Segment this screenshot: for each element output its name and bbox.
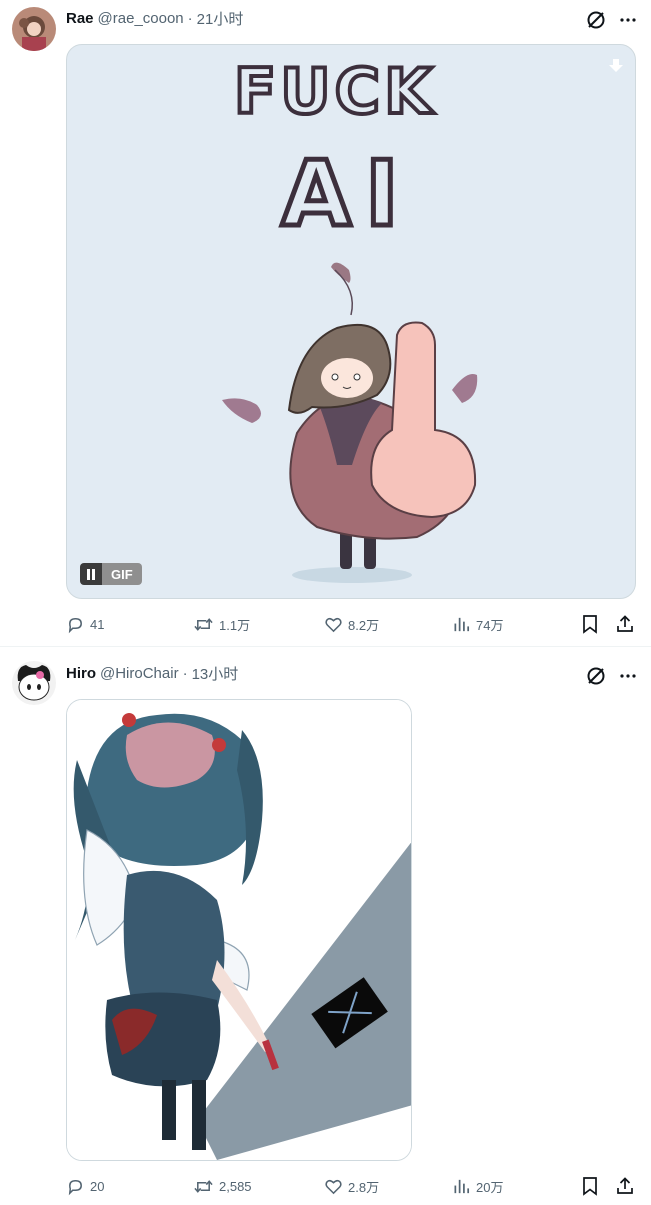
bookmark-button[interactable] [581, 1174, 599, 1198]
like-count: 2.8万 [348, 1179, 380, 1195]
tweet-action-bar: 41 1.1万 8.2万 74万 [66, 612, 640, 636]
tweet-top-actions [585, 663, 637, 689]
retweet-button[interactable]: 1.1万 [193, 612, 250, 636]
avatar[interactable] [12, 7, 56, 51]
reply-count: 41 [90, 616, 105, 632]
retweet-count: 1.1万 [219, 617, 251, 633]
bookmark-icon [583, 615, 597, 634]
heart-icon [325, 1179, 342, 1194]
timestamp[interactable]: 21小时 [197, 8, 244, 29]
views-button[interactable]: 74万 [453, 612, 503, 636]
bookmark-button[interactable] [581, 612, 599, 636]
gif-media[interactable]: FUCK AI GIF [66, 44, 636, 599]
tweet-header: Hiro @HiroChair · 13小时 [66, 662, 238, 684]
gif-text-line2: AI [281, 142, 412, 247]
display-name[interactable]: Hiro [66, 665, 96, 682]
timestamp[interactable]: 13小时 [192, 663, 239, 684]
tweet[interactable]: Hiro @HiroChair · 13小时 20 2,585 2.8万 20万 [0, 647, 651, 1205]
tweet-action-bar: 20 2,585 2.8万 20万 [66, 1174, 640, 1198]
gif-text-line1: FUCK [234, 55, 436, 128]
share-button[interactable] [615, 1174, 635, 1198]
tweet-header: Rae @rae_cooon · 21小时 [66, 7, 243, 29]
pause-button[interactable] [80, 563, 102, 585]
views-button[interactable]: 20万 [453, 1174, 503, 1198]
gif-controls: GIF [80, 563, 142, 585]
reply-button[interactable]: 41 [66, 612, 104, 636]
share-button[interactable] [615, 612, 635, 636]
separator-dot: · [182, 664, 188, 682]
more-options-icon[interactable] [619, 11, 637, 29]
share-icon [617, 1177, 633, 1194]
separator-dot: · [187, 9, 193, 27]
reply-icon [68, 617, 82, 633]
grok-icon[interactable] [585, 665, 607, 687]
user-handle[interactable]: @HiroChair [100, 665, 179, 682]
avatar[interactable] [12, 661, 56, 705]
download-icon[interactable] [607, 57, 625, 80]
retweet-button[interactable]: 2,585 [193, 1174, 252, 1198]
tweet-top-actions [585, 7, 637, 33]
retweet-icon [194, 1179, 213, 1193]
gif-badge: GIF [102, 563, 142, 585]
heart-icon [325, 617, 342, 632]
pause-icon [87, 568, 95, 580]
bookmark-icon [583, 1177, 597, 1196]
view-count: 20万 [476, 1179, 504, 1195]
analytics-icon [454, 1179, 470, 1193]
display-name[interactable]: Rae [66, 10, 94, 27]
like-count: 8.2万 [348, 617, 380, 633]
reply-icon [68, 1179, 82, 1195]
user-handle[interactable]: @rae_cooon [98, 10, 184, 27]
like-button[interactable]: 2.8万 [324, 1174, 379, 1198]
retweet-icon [194, 617, 213, 631]
like-button[interactable]: 8.2万 [324, 612, 379, 636]
retweet-count: 2,585 [219, 1178, 252, 1194]
view-count: 74万 [476, 617, 504, 633]
grok-icon[interactable] [585, 9, 607, 31]
analytics-icon [454, 617, 470, 631]
reply-count: 20 [90, 1178, 105, 1194]
tweet[interactable]: Rae @rae_cooon · 21小时 FUCK AI GIF 41 1.1… [0, 0, 651, 646]
image-media[interactable] [66, 699, 412, 1161]
share-icon [617, 615, 633, 632]
reply-button[interactable]: 20 [66, 1174, 104, 1198]
more-options-icon[interactable] [619, 667, 637, 685]
